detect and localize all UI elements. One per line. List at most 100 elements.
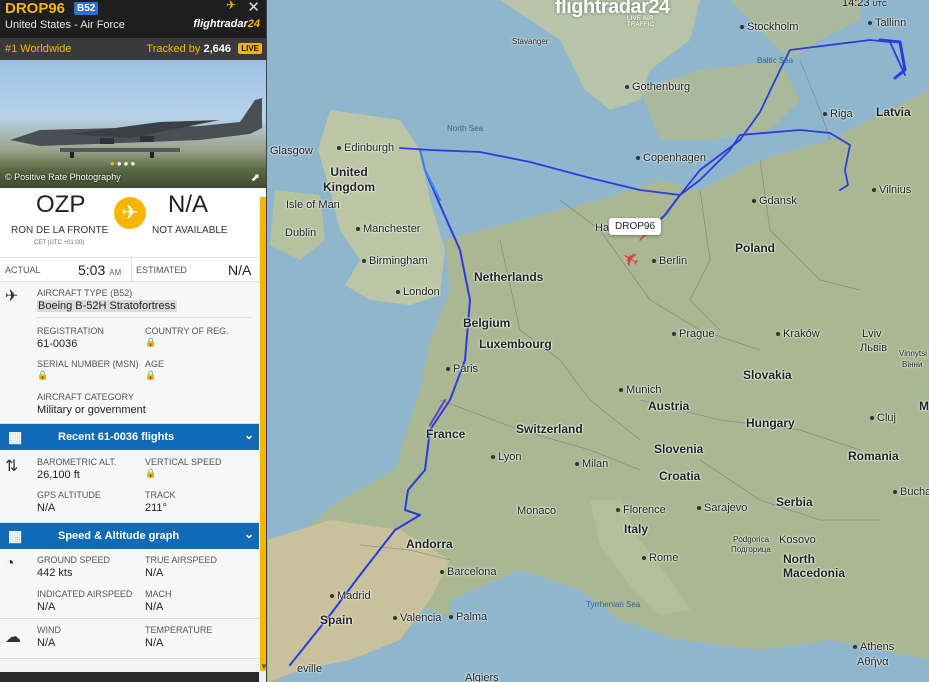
- map-label: North Sea: [447, 124, 484, 133]
- photo-pager[interactable]: ●●●●: [110, 159, 137, 168]
- map-label: Monaco: [517, 505, 557, 517]
- lock-icon: 🔒: [37, 370, 49, 380]
- map-label: Barcelona: [440, 566, 497, 578]
- weather-icon: ☁: [5, 629, 21, 646]
- country-label: COUNTRY OF REG.: [145, 326, 229, 336]
- aircraft-category: Military or government: [37, 404, 146, 416]
- tracked-by: Tracked by 2,646: [146, 43, 231, 55]
- map-label: Tallinn: [868, 17, 906, 29]
- map-label: Вінни: [902, 360, 923, 369]
- serial-label: SERIAL NUMBER (MSN): [37, 359, 139, 369]
- map-label: United Kingdom: [323, 165, 375, 194]
- map-label: Valencia: [393, 612, 441, 624]
- logo-subtitle: LIVE AIR TRAFFIC: [627, 16, 655, 28]
- map-label: Slovenia: [654, 442, 704, 456]
- age-label: AGE: [145, 359, 165, 369]
- temp-label: TEMPERATURE: [145, 625, 213, 635]
- clock-zone: UTC: [872, 1, 887, 8]
- aircraft-info: ✈ AIRCRAFT TYPE (B52) Boeing B-52H Strat…: [0, 282, 266, 424]
- flight-times: ACTUAL 5:03 AM ESTIMATED N/A: [0, 258, 266, 282]
- registration[interactable]: 61-0036: [37, 338, 77, 350]
- close-icon[interactable]: ✕: [247, 0, 260, 16]
- estimated-label: ESTIMATED: [136, 265, 187, 275]
- tracked-count: 2,646: [203, 43, 231, 55]
- expand-icon[interactable]: ⬈: [251, 171, 260, 184]
- flight-info-panel: DROP96 B52 United States - Air Force fli…: [0, 0, 267, 682]
- altitude-info: ⇅ BAROMETRIC ALT. 26,100 ft VERTICAL SPE…: [0, 450, 266, 523]
- map-label: Milan: [575, 458, 608, 470]
- bookmark-icon[interactable]: ✈: [226, 0, 236, 12]
- ground-speed-label: GROUND SPEED: [37, 555, 111, 565]
- aircraft-type-badge: B52: [74, 2, 99, 15]
- map-label: Αθήνα: [857, 656, 889, 668]
- destination-name: NOT AVAILABLE: [152, 225, 228, 236]
- chevron-down-icon: ⌄: [243, 527, 254, 541]
- scroll-down-icon[interactable]: ▼: [260, 662, 266, 671]
- vspeed-label: VERTICAL SPEED: [145, 457, 222, 467]
- map-label: Baltic Sea: [757, 56, 794, 65]
- clock-time: 14:23: [842, 0, 870, 9]
- estimated-time: N/A: [228, 262, 252, 278]
- map-label: Paris: [446, 363, 478, 375]
- lock-icon: 🔒: [145, 468, 157, 478]
- actual-time-value: 5:03: [78, 262, 106, 278]
- map-label: Sarajevo: [697, 502, 747, 514]
- true-airspeed-label: TRUE AIRSPEED: [145, 555, 218, 565]
- tracked-label: Tracked by: [146, 43, 201, 55]
- panel-bottom-nav[interactable]: [0, 672, 259, 682]
- destination-code: N/A: [168, 191, 209, 218]
- gps-alt-label: GPS ALTITUDE: [37, 490, 101, 500]
- map-label: Stockholm: [740, 21, 798, 33]
- lock-icon: 🔒: [145, 370, 157, 380]
- aircraft-photo[interactable]: ●●●● © Positive Rate Photography ⬈: [0, 60, 266, 188]
- map-label: London: [396, 286, 440, 298]
- registration-label: REGISTRATION: [37, 326, 104, 336]
- map-label: Florence: [616, 504, 666, 516]
- wind-label: WIND: [37, 625, 61, 635]
- map-flight-tag[interactable]: DROP96: [609, 218, 662, 235]
- map-label: Berlin: [652, 255, 687, 267]
- map-label: Belgium: [463, 316, 511, 330]
- actual-ampm: AM: [109, 268, 122, 277]
- speed-info: ◔ GROUND SPEED 442 kts TRUE AIRSPEED N/A…: [0, 549, 266, 619]
- recent-flights-toggle[interactable]: ▦ Recent 61-0036 flights ⌄: [0, 424, 266, 450]
- origin-name: RON DE LA FRONTE: [11, 225, 109, 236]
- worldwide-rank: #1 Worldwide: [5, 43, 72, 55]
- origin-code[interactable]: OZP: [36, 191, 85, 219]
- lock-icon: 🔒: [145, 337, 157, 347]
- speed-graph-toggle[interactable]: ▦ Speed & Altitude graph ⌄: [0, 523, 266, 549]
- map-label: Poland: [735, 241, 776, 255]
- track-label: TRACK: [145, 490, 176, 500]
- track: 211°: [145, 502, 167, 514]
- aircraft-type: Boeing B-52H Stratofortress: [37, 300, 177, 312]
- scrollbar-thumb[interactable]: [260, 197, 266, 671]
- map-label: Ha: [595, 222, 610, 234]
- chevron-down-icon: ⌄: [243, 428, 254, 442]
- baro-alt: 26,100 ft: [37, 469, 80, 481]
- route-summary: OZP RON DE LA FRONTE CET (UTC +01:00) ✈ …: [0, 188, 266, 258]
- aircraft-type-code: (B52): [110, 288, 133, 298]
- map-label: Copenhagen: [636, 152, 706, 164]
- callsign: DROP96: [5, 0, 66, 17]
- map-label: Austria: [648, 399, 690, 413]
- map-label: Vinnytsi: [899, 349, 927, 358]
- map-label: Vilnius: [872, 184, 911, 196]
- map-label: France: [426, 427, 466, 441]
- altitude-icon: ⇅: [5, 458, 19, 475]
- flightradar-logo[interactable]: flightradar24 LIVE AIR TRAFFIC: [555, 0, 670, 28]
- map-label: Prague: [672, 328, 714, 340]
- wind: N/A: [37, 637, 56, 649]
- panel-header: DROP96 B52 United States - Air Force fli…: [0, 0, 266, 38]
- weather-info: ☁ WIND N/A TEMPERATURE N/A: [0, 619, 266, 659]
- mach: N/A: [145, 601, 164, 613]
- speedometer-icon: ◔: [5, 555, 15, 572]
- map-label: Athens: [853, 641, 894, 653]
- map-label: Kosovo: [779, 534, 816, 546]
- map-label: Munich: [619, 384, 661, 396]
- live-badge: LIVE: [238, 43, 262, 54]
- map-label: Algiers: [465, 672, 499, 682]
- ias-label: INDICATED AIRSPEED: [37, 589, 133, 599]
- aircraft-type-label-text: AIRCRAFT TYPE: [37, 288, 108, 298]
- calendar-icon: ▦: [8, 429, 23, 446]
- map-label: Podgorica: [733, 535, 770, 544]
